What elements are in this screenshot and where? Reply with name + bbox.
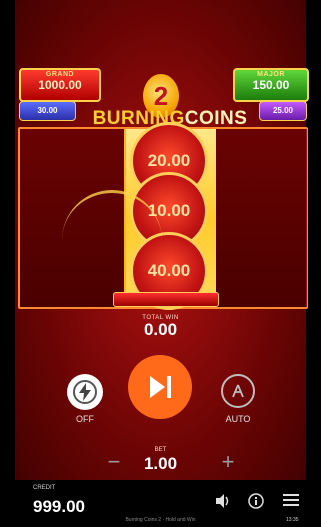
speaker-icon: [216, 494, 229, 508]
bet-label: BET: [154, 447, 167, 453]
reel-1: [20, 129, 73, 307]
logo-word-2: COINS: [184, 108, 248, 129]
autoplay-icon: [232, 384, 244, 398]
game-screen: GRAND 1000.00 MAJOR 150.00 30.00 25.00 2…: [0, 0, 321, 527]
grand-jackpot-value: 1000.00: [38, 78, 82, 92]
minor-jackpot: 25.00: [259, 101, 307, 121]
credit-value: 999.00: [33, 497, 85, 516]
grand-jackpot: GRAND 1000.00: [19, 68, 101, 102]
spin-button[interactable]: [128, 355, 192, 419]
autoplay-label: AUTO: [225, 414, 251, 424]
lightning-toggle-button[interactable]: [67, 374, 103, 410]
autoplay-button[interactable]: [221, 374, 255, 408]
reel-banner: [113, 292, 219, 307]
reel-5: [261, 129, 307, 307]
reel-4: [216, 129, 262, 307]
footer-game-info: Burning Coins 2 · Hold and Win: [125, 517, 196, 523]
menu-button[interactable]: [283, 493, 299, 512]
sound-button[interactable]: [214, 493, 232, 514]
bet-increase-button[interactable]: +: [218, 449, 238, 475]
major-jackpot: MAJOR 150.00: [233, 68, 309, 102]
info-button[interactable]: [248, 493, 264, 514]
major-jackpot-label: MAJOR: [257, 71, 285, 78]
grand-jackpot-label: GRAND: [45, 71, 75, 78]
total-win-value: 0.00: [143, 320, 178, 339]
hamburger-menu-icon: [283, 494, 299, 506]
bet-value: 1.00: [143, 454, 178, 473]
major-jackpot-value: 150.00: [252, 78, 290, 92]
clock: 13:35: [286, 517, 299, 523]
credit-label: CREDIT: [33, 485, 56, 491]
play-skip-icon: [150, 376, 171, 398]
mini-jackpot: 30.00: [19, 101, 76, 121]
lightning-icon: [73, 380, 97, 404]
lightning-label: OFF: [76, 414, 94, 424]
info-icon: [248, 493, 264, 509]
